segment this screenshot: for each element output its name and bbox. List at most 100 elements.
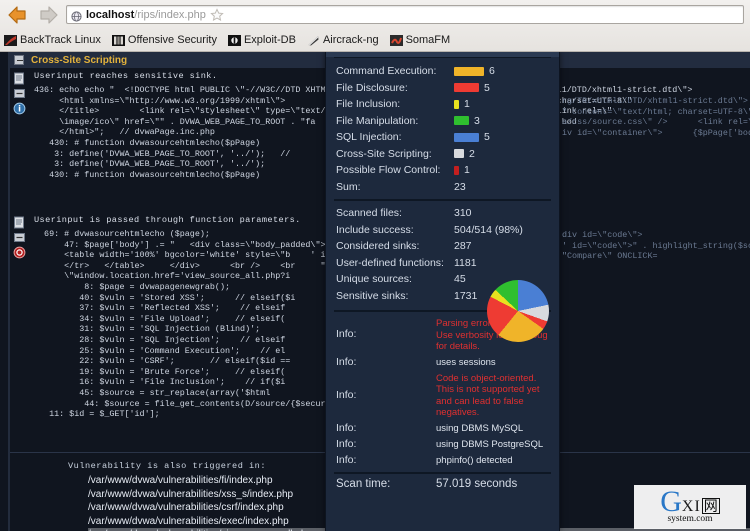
metric-value: 1731 [454, 289, 478, 302]
minus-box-icon[interactable] [13, 87, 26, 100]
info-text: Code is object-oriented. This is not sup… [436, 372, 540, 419]
info-row: Info: using DBMS PostgreSQL [326, 436, 559, 452]
watermark-logo: G XI 网 system.com [634, 485, 746, 529]
info-text: using DBMS MySQL [436, 422, 524, 434]
bookmark-exploit-db[interactable]: Exploit-DB [227, 34, 296, 47]
overflow-code-right: rg/TR/xhtml1/DTD/xhtml1-strict.dtd\"> " … [562, 96, 750, 138]
metric-row: Include success: 504/514 (98%) [326, 222, 559, 239]
info-label: Info: [336, 328, 357, 341]
vuln-color-swatch [454, 116, 469, 126]
rips-scan-report: Cross-Site Scripting Userinput reaches s… [0, 52, 750, 531]
bookmarks-bar: BackTrack Linux Offensive Security Explo… [0, 29, 750, 51]
info-row: Info: phpinfo() detected [326, 452, 559, 468]
vulnerability-pie-chart [487, 280, 549, 342]
vuln-label: File Manipulation: [336, 114, 419, 127]
metric-value: 310 [454, 207, 472, 220]
watermark-cn-char: 网 [701, 498, 720, 514]
backtrack-icon [4, 34, 17, 47]
info-circle-icon[interactable] [13, 102, 26, 115]
info-row: Info: Code is object-oriented. This is n… [326, 370, 559, 420]
back-button[interactable] [6, 4, 30, 26]
vuln-color-swatch [454, 83, 479, 93]
aircrack-icon [307, 34, 320, 47]
vuln-color-swatch [454, 66, 484, 76]
browser-chrome: localhost/rips/index.php BackTrack Linux [0, 0, 750, 52]
bookmark-label: SomaFM [405, 34, 451, 46]
bookmark-star-icon[interactable] [210, 7, 224, 22]
vuln-label: File Inclusion: [336, 98, 401, 111]
vuln-row: File Inclusion: 1 [326, 96, 559, 113]
vuln-label: Command Execution: [336, 65, 437, 78]
watermark-domain: system.com [667, 514, 713, 524]
vuln-label: File Disclosure: [336, 81, 408, 94]
forward-button[interactable] [36, 4, 60, 26]
address-bar[interactable]: localhost/rips/index.php [66, 5, 744, 24]
vuln-count: 6 [489, 65, 495, 78]
vuln-count: 1 [464, 98, 470, 111]
vuln-count: 5 [484, 131, 490, 144]
vuln-count: 5 [484, 81, 490, 94]
section-title: Cross-Site Scripting [31, 54, 128, 66]
metric-value: 504/514 (98%) [454, 223, 523, 236]
bookmark-label: Aircrack-ng [322, 34, 379, 46]
watermark-g: G [660, 485, 682, 518]
info-label: Info: [336, 421, 357, 434]
vuln-label: Possible Flow Control: [336, 164, 441, 177]
info-text: phpinfo() detected [436, 454, 513, 466]
vuln-color-swatch [454, 165, 459, 175]
bookmark-offensive-security[interactable]: Offensive Security [111, 34, 217, 47]
screenshot-root: localhost/rips/index.php BackTrack Linux [0, 0, 750, 531]
vuln-color-swatch [454, 149, 464, 159]
exploitdb-icon [227, 34, 241, 47]
file-icon[interactable] [13, 72, 26, 85]
metric-row: Scanned files: 310 [326, 205, 559, 222]
target-icon[interactable] [13, 246, 26, 259]
collapse-icon[interactable] [14, 55, 24, 65]
url-text: localhost/rips/index.php [86, 9, 206, 21]
metric-label: User-defined functions: [336, 256, 444, 269]
bookmark-aircrack-ng[interactable]: Aircrack-ng [307, 34, 379, 47]
metric-label: Considered sinks: [336, 240, 420, 253]
vuln-row: Cross-Site Scripting: 2 [326, 146, 559, 163]
globe-icon [71, 9, 82, 22]
vuln-color-swatch [454, 99, 459, 109]
metric-label: Unique sources: [336, 273, 412, 286]
scan-time-row: Scan time: 57.019 seconds [326, 474, 559, 490]
scan-time-value: 57.019 seconds [436, 477, 518, 490]
pie-slices [487, 280, 549, 342]
vuln-row: Command Execution: 6 [326, 63, 559, 80]
scan-statistics-panel: Command Execution: 6 File Disclosure: 5 … [325, 52, 560, 531]
bookmark-somafm[interactable]: SomaFM [389, 34, 451, 47]
info-text: uses sessions [436, 356, 496, 368]
section1-gutter [10, 70, 32, 115]
scan-time-label: Scan time: [336, 477, 391, 490]
bookmark-label: BackTrack Linux [20, 34, 101, 46]
vuln-count: 3 [474, 114, 480, 127]
url-host: localhost [86, 8, 135, 21]
metric-label: Sensitive sinks: [336, 289, 409, 302]
bookmark-label: Offensive Security [127, 34, 217, 46]
sum-value: 23 [454, 180, 466, 193]
metric-label: Scanned files: [336, 207, 402, 220]
vuln-color-swatch [454, 132, 479, 142]
metric-value: 287 [454, 240, 472, 253]
info-label: Info: [336, 453, 357, 466]
metric-value: 1181 [454, 256, 477, 269]
vuln-label: Cross-Site Scripting: [336, 147, 432, 160]
info-row: Info: uses sessions [326, 354, 559, 370]
url-path: /rips/index.php [134, 8, 206, 21]
file-icon[interactable] [13, 216, 26, 229]
vuln-count: 1 [464, 164, 470, 177]
bookmark-label: Exploit-DB [243, 34, 296, 46]
vuln-row: Possible Flow Control: 1 [326, 162, 559, 179]
info-label: Info: [336, 437, 357, 450]
vuln-row: File Manipulation: 3 [326, 113, 559, 130]
info-text: using DBMS PostgreSQL [436, 438, 544, 450]
metric-value: 45 [454, 273, 466, 286]
section2-gutter [10, 214, 32, 259]
bookmark-backtrack-linux[interactable]: BackTrack Linux [4, 34, 101, 47]
navigation-bar: localhost/rips/index.php [0, 0, 750, 29]
minus-box-icon[interactable] [13, 231, 26, 244]
overflow-code-right-2: div id=\"code\"> ' id=\"code\">" . highl… [562, 230, 750, 262]
metric-row: Considered sinks: 287 [326, 238, 559, 255]
